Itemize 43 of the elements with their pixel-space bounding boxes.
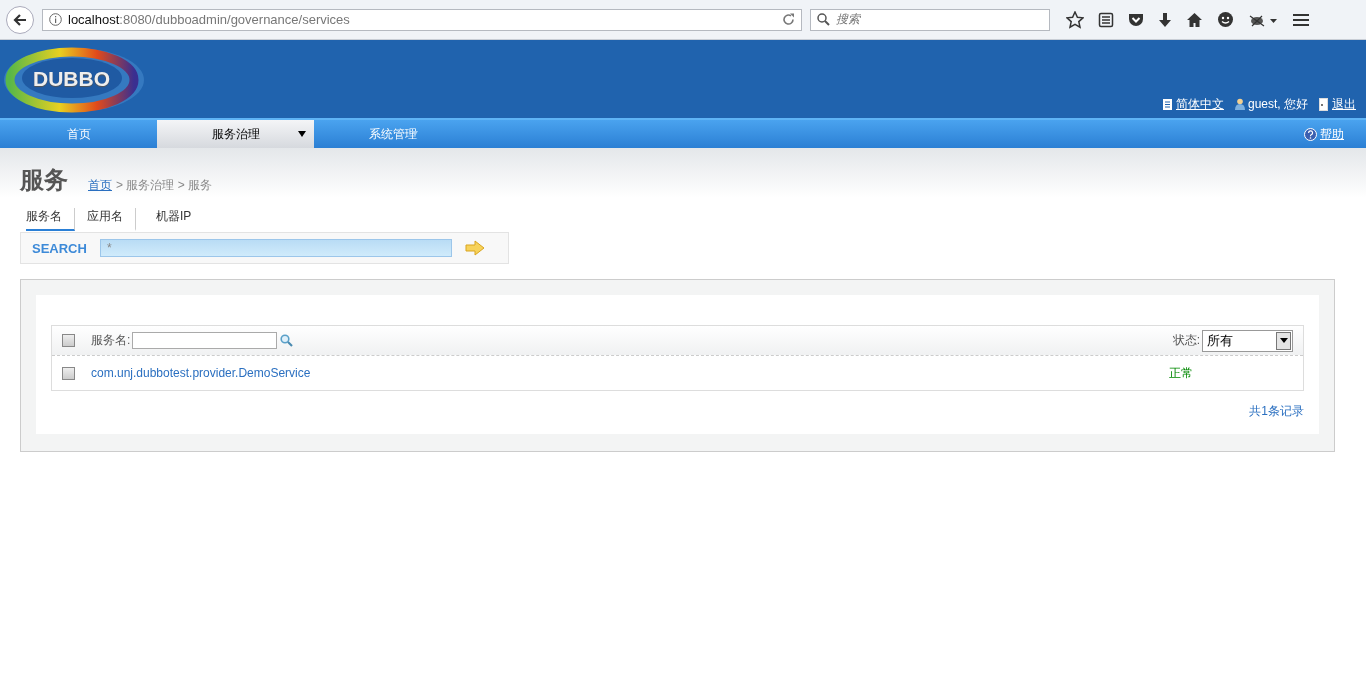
search-field[interactable]: 搜索 bbox=[810, 8, 1050, 31]
help-link[interactable]: 帮助 bbox=[1320, 125, 1344, 143]
download-icon[interactable] bbox=[1158, 11, 1172, 28]
search-label: SEARCH bbox=[32, 240, 87, 256]
greeting-text: guest, 您好 bbox=[1247, 96, 1308, 113]
status-text: 正常 bbox=[1169, 364, 1193, 382]
home-icon[interactable] bbox=[1186, 11, 1203, 28]
status-label: 状态: bbox=[1172, 332, 1200, 349]
nav-tab[interactable]: 服务治理 bbox=[157, 120, 314, 148]
page-title: 服务 bbox=[20, 165, 68, 195]
pocket-icon[interactable] bbox=[1128, 12, 1144, 27]
help-icon bbox=[1304, 127, 1317, 141]
back-button[interactable] bbox=[6, 5, 34, 34]
logout-link[interactable]: 退出 bbox=[1332, 96, 1356, 113]
record-count: 共1条记录 bbox=[1248, 403, 1304, 420]
service-link[interactable]: com.unj.dubbotest.provider.DemoService bbox=[91, 366, 311, 380]
filter-field[interactable] bbox=[132, 332, 278, 349]
search-tab[interactable]: 应用名 bbox=[87, 208, 136, 231]
search-icon bbox=[817, 13, 830, 26]
breadcrumb-text: > 服务治理 > 服务 bbox=[116, 177, 213, 194]
search-icon[interactable] bbox=[280, 334, 294, 347]
checkbox[interactable] bbox=[62, 366, 75, 380]
logo-text: DUBBO bbox=[33, 67, 110, 91]
checkbox[interactable] bbox=[62, 334, 75, 347]
caret-icon bbox=[1279, 338, 1288, 343]
status-select[interactable]: 所有 bbox=[1202, 329, 1293, 352]
language-link[interactable]: 简体中文 bbox=[1175, 96, 1224, 113]
address-bar[interactable]: localhost:8080/dubboadmin/governance/services bbox=[42, 8, 802, 31]
star-icon[interactable] bbox=[1066, 10, 1084, 29]
filter-label: 服务名: bbox=[91, 332, 131, 349]
document-icon bbox=[1161, 98, 1174, 111]
back-arrow-icon bbox=[13, 12, 27, 27]
user-icon bbox=[1233, 98, 1246, 111]
breadcrumb-link[interactable]: 首页 bbox=[88, 177, 112, 194]
menu-icon[interactable] bbox=[1292, 11, 1310, 28]
nav-tab[interactable]: 首页 bbox=[0, 120, 157, 148]
reading-list-icon[interactable] bbox=[1098, 11, 1114, 28]
url-text: localhost:8080/dubboadmin/governance/services bbox=[68, 12, 351, 27]
smiley-icon[interactable] bbox=[1217, 11, 1234, 28]
reload-icon[interactable] bbox=[782, 13, 795, 26]
search-tab[interactable]: 机器IP bbox=[156, 208, 204, 231]
info-icon bbox=[49, 13, 62, 26]
door-icon bbox=[1318, 98, 1330, 111]
